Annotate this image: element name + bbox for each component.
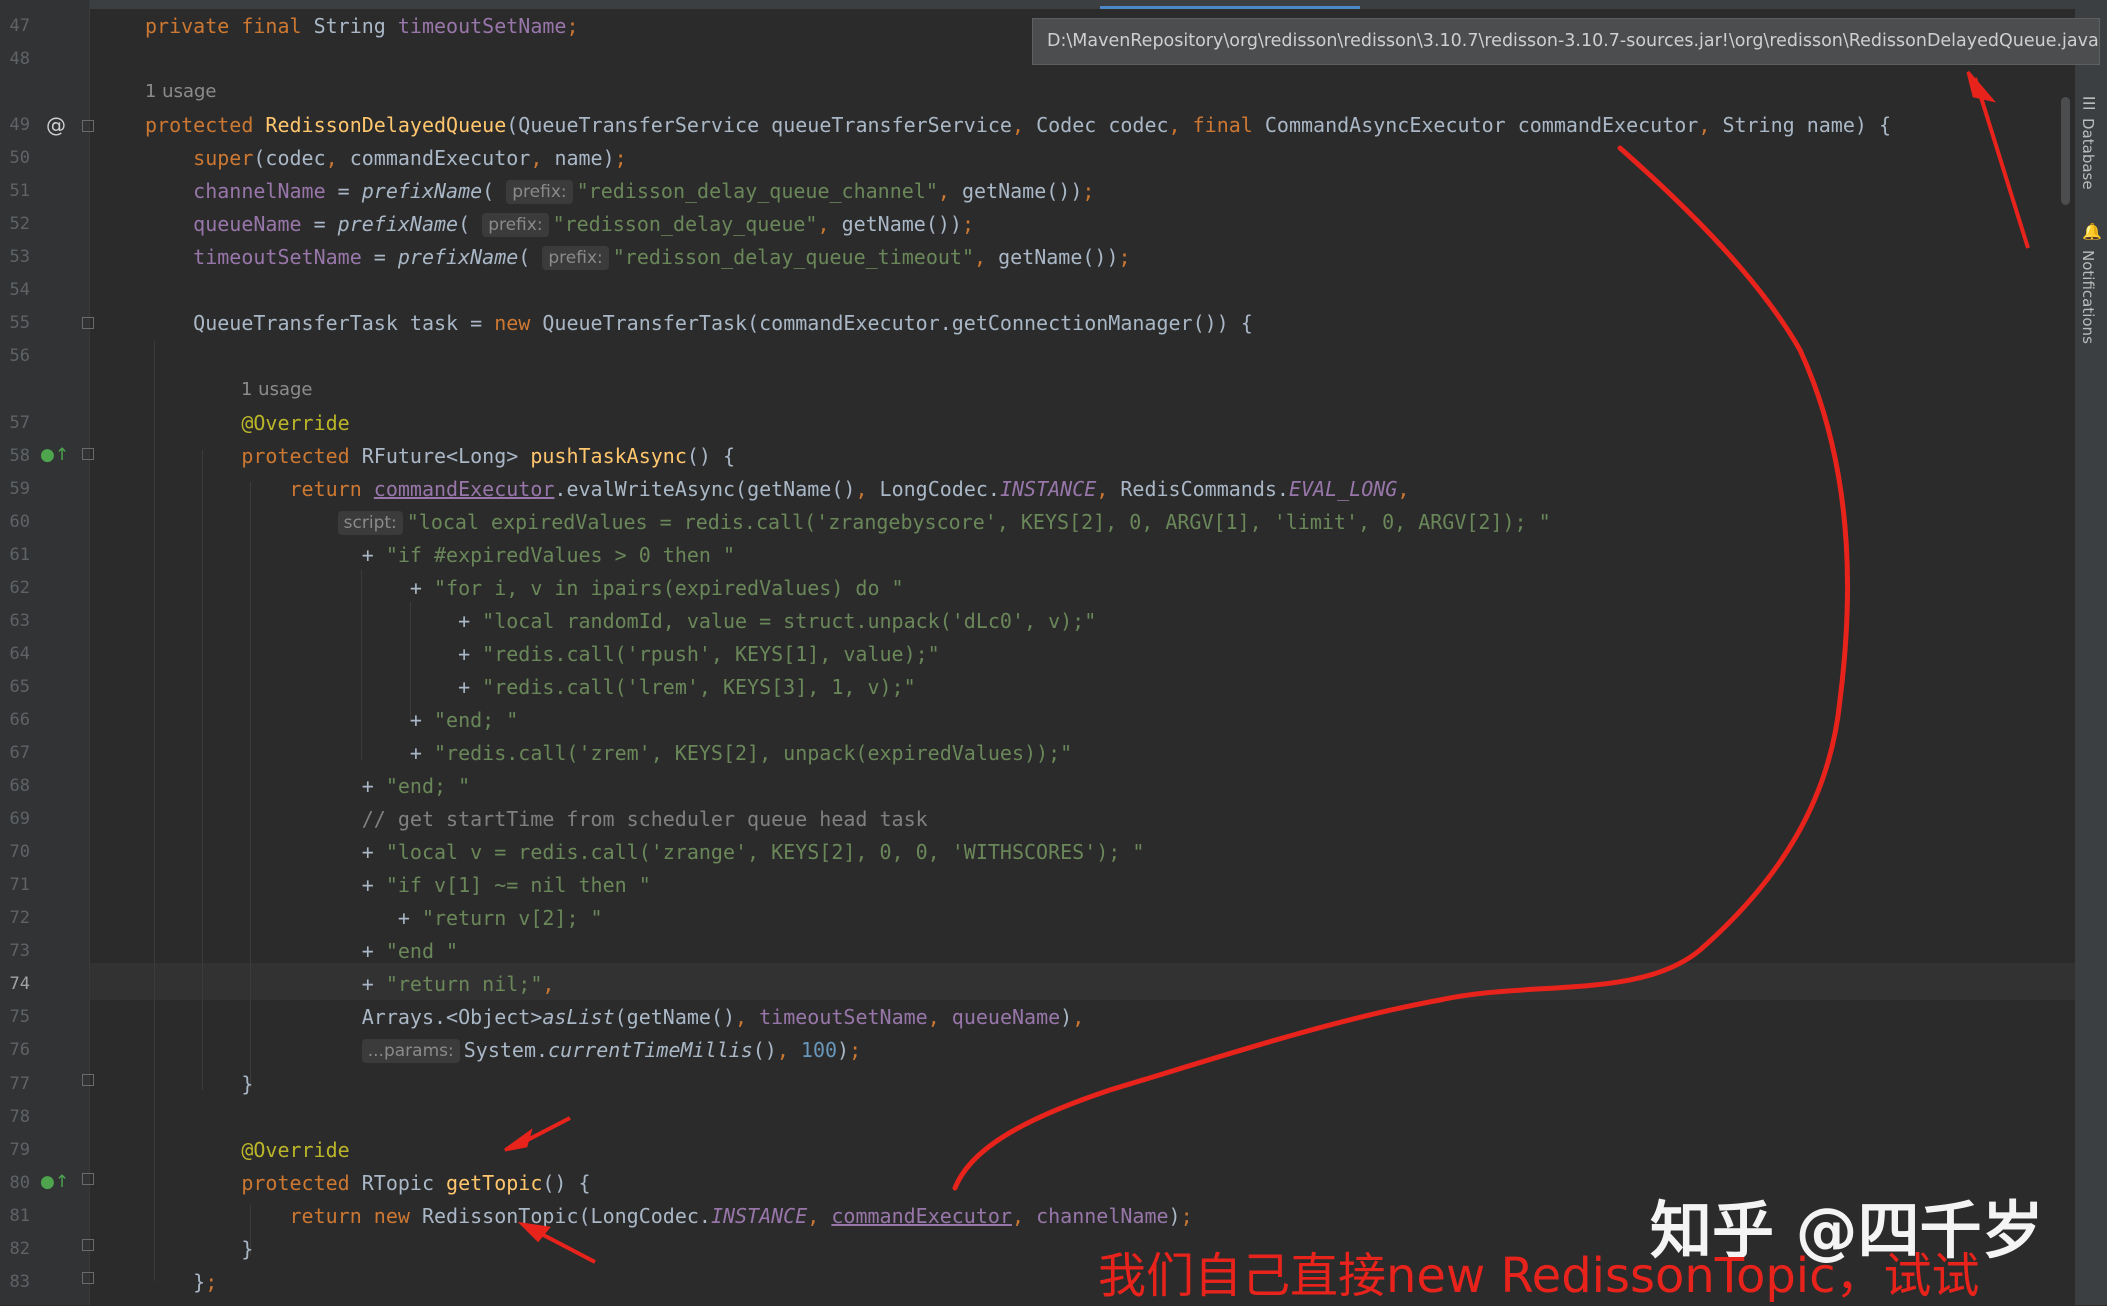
hand-drawn-arrow-override-head — [504, 1128, 533, 1152]
hand-drawn-arrow-curve — [952, 145, 1851, 1191]
hand-drawn-arrow-top — [1973, 77, 2030, 249]
red-annotation-overlay — [504, 71, 2030, 1264]
annotation-caption: 我们自己直接new RedissonTopic，试试 — [1098, 1248, 1980, 1304]
hand-drawn-arrow-top-head — [1966, 71, 1997, 103]
